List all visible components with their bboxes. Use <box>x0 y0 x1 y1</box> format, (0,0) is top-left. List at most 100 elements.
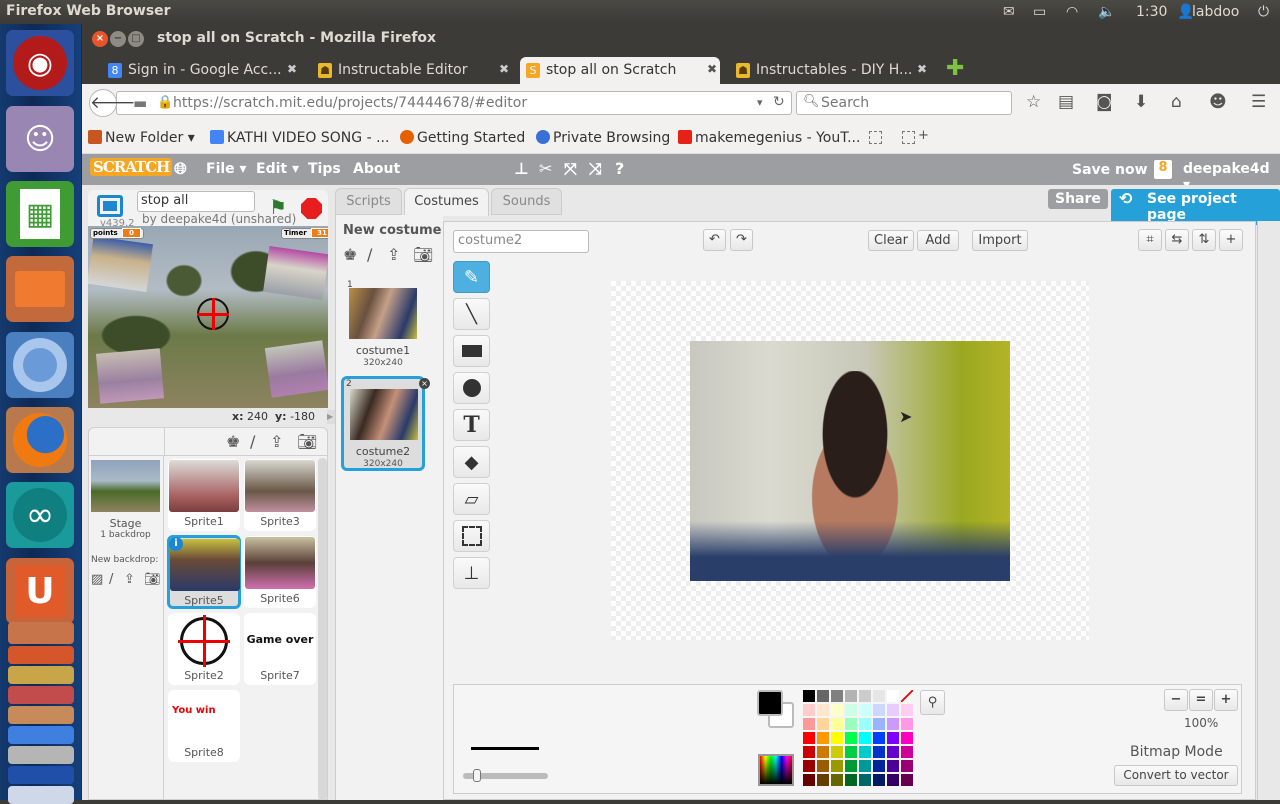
eraser-tool[interactable]: ▱ <box>453 483 490 515</box>
bookmark-star-icon[interactable]: ☆ <box>1026 92 1041 112</box>
close-tab-icon[interactable]: ✖ <box>499 62 509 76</box>
hamburger-menu-icon[interactable]: ☰ <box>1251 92 1266 112</box>
menu-file[interactable]: File ▾ <box>206 161 247 177</box>
bookmark-private-browsing[interactable]: Private Browsing <box>536 130 670 146</box>
palette-color-swatch[interactable] <box>845 718 857 730</box>
palette-color-swatch[interactable] <box>831 704 843 716</box>
palette-color-swatch[interactable] <box>873 732 885 744</box>
transparent-color-swatch[interactable] <box>901 690 913 702</box>
palette-color-swatch[interactable] <box>803 760 815 772</box>
palette-color-swatch[interactable] <box>873 718 885 730</box>
palette-color-swatch[interactable] <box>817 774 829 786</box>
tab-costumes[interactable]: Costumes <box>404 188 489 216</box>
presentation-mode-icon[interactable] <box>97 195 123 217</box>
tab-scripts[interactable]: Scripts <box>335 188 402 215</box>
launcher-trash[interactable] <box>8 786 74 804</box>
palette-color-swatch[interactable] <box>803 690 815 702</box>
palette-color-swatch[interactable] <box>817 690 829 702</box>
sprite-list-scrollbar[interactable] <box>318 458 327 800</box>
delete-scissors-icon[interactable]: ✂ <box>539 159 552 178</box>
stage-thumbnail[interactable] <box>91 460 160 512</box>
new-costume-camera-icon[interactable]: 📷︎ <box>413 245 433 264</box>
palette-color-swatch[interactable] <box>817 704 829 716</box>
undo-button[interactable]: ↶ <box>703 229 726 251</box>
paint-canvas[interactable]: ➤ <box>611 281 1089 640</box>
mail-icon[interactable]: ✉ <box>1003 4 1015 20</box>
tab-stop-all-on-scratch[interactable]: S stop all on Scratch ✖ <box>520 57 720 84</box>
stage[interactable]: points 0 Timer 31 <box>88 226 328 408</box>
palette-color-swatch[interactable] <box>901 704 913 716</box>
bookmark-getting-started[interactable]: Getting Started <box>400 130 525 146</box>
bookmark-new-folder[interactable]: New Folder ▾ <box>88 130 195 146</box>
window-close-button[interactable]: × <box>92 31 108 47</box>
reading-list-icon[interactable]: ▤ <box>1058 92 1074 112</box>
language-globe-icon[interactable]: 🌐︎ <box>174 159 187 179</box>
palette-color-swatch[interactable] <box>817 760 829 772</box>
sprite-tile-selected[interactable]: Sprite5 i <box>167 535 241 609</box>
backdrop-camera-icon[interactable]: 📷︎ <box>144 572 161 587</box>
ellipse-tool[interactable] <box>453 372 490 404</box>
close-tab-icon[interactable]: ✖ <box>287 62 297 76</box>
bookmark-add-icon[interactable] <box>902 131 915 144</box>
sprite-on-stage[interactable] <box>88 236 154 292</box>
palette-color-swatch[interactable] <box>859 746 871 758</box>
volume-icon[interactable]: 🔈 <box>1098 4 1115 20</box>
launcher-stacked-app[interactable] <box>8 686 74 704</box>
grow-icon[interactable]: ⤧ <box>564 159 577 179</box>
palette-color-swatch[interactable] <box>901 760 913 772</box>
palette-color-swatch[interactable] <box>901 718 913 730</box>
launcher-firefox[interactable] <box>6 407 74 473</box>
palette-color-swatch[interactable] <box>831 718 843 730</box>
color-picker-gradient[interactable] <box>758 754 794 786</box>
palette-color-swatch[interactable] <box>803 718 815 730</box>
reload-icon[interactable]: ↻ <box>773 94 785 110</box>
power-icon[interactable]: ⏻ <box>1258 4 1269 20</box>
help-icon[interactable]: ? <box>615 159 624 178</box>
zoom-out-button[interactable]: − <box>1164 689 1188 711</box>
sprite-tile[interactable]: Sprite2 <box>168 613 240 685</box>
select-tool[interactable] <box>453 520 490 552</box>
green-flag-icon[interactable]: ⚑ <box>269 195 287 219</box>
palette-color-swatch[interactable] <box>873 704 885 716</box>
brush-size-slider-handle[interactable] <box>473 769 481 782</box>
palette-color-swatch[interactable] <box>887 774 899 786</box>
sprite-on-stage[interactable] <box>263 246 328 300</box>
downloads-icon[interactable]: ⬇ <box>1134 92 1148 112</box>
user-avatar[interactable]: 8 <box>1154 160 1172 179</box>
palette-color-swatch[interactable] <box>901 746 913 758</box>
flip-horizontal-icon[interactable]: ⇆ <box>1165 229 1189 251</box>
choose-sprite-from-library-icon[interactable]: ♚ <box>226 432 240 451</box>
lock-icon[interactable]: 🔒 <box>157 95 173 110</box>
back-button[interactable]: 🡐 <box>89 89 136 117</box>
import-button[interactable]: Import <box>972 230 1028 251</box>
palette-color-swatch[interactable] <box>887 718 899 730</box>
set-costume-center-icon[interactable]: + <box>1219 229 1243 251</box>
share-button[interactable]: Share <box>1048 189 1108 209</box>
upload-sprite-icon[interactable]: ⇪ <box>270 432 283 451</box>
palette-color-swatch[interactable] <box>845 704 857 716</box>
palette-color-swatch[interactable] <box>817 718 829 730</box>
launcher-ubuntu-dash[interactable]: ◉ <box>6 30 74 96</box>
tab-sounds[interactable]: Sounds <box>491 188 562 215</box>
launcher-ubuntu-one[interactable]: U <box>6 558 74 624</box>
backdrop-library-icon[interactable]: ▨ <box>91 572 103 587</box>
fill-tool[interactable]: ◆ <box>453 446 490 478</box>
hello-chat-icon[interactable]: ☻ <box>1209 92 1227 112</box>
clear-button[interactable]: Clear <box>868 230 914 251</box>
pocket-icon[interactable]: ◙ <box>1096 92 1113 112</box>
project-title-input[interactable]: stop all <box>137 191 255 212</box>
sprite-tile[interactable]: Game over Sprite7 <box>244 613 316 685</box>
palette-color-swatch[interactable] <box>803 704 815 716</box>
palette-color-swatch[interactable] <box>831 690 843 702</box>
url-bar[interactable]: ▬ 🔒 https://scratch.mit.edu/projects/744… <box>116 91 792 115</box>
palette-color-swatch[interactable] <box>887 690 899 702</box>
foreground-color-swatch[interactable] <box>757 690 783 716</box>
palette-color-swatch[interactable] <box>803 732 815 744</box>
launcher-stacked-app[interactable] <box>8 706 74 724</box>
palette-color-swatch[interactable] <box>873 774 885 786</box>
palette-color-swatch[interactable] <box>803 746 815 758</box>
rectangle-tool[interactable] <box>453 335 490 367</box>
palette-color-swatch[interactable] <box>845 732 857 744</box>
palette-color-swatch[interactable] <box>831 760 843 772</box>
url-text[interactable]: https://scratch.mit.edu/projects/7444467… <box>173 95 527 111</box>
